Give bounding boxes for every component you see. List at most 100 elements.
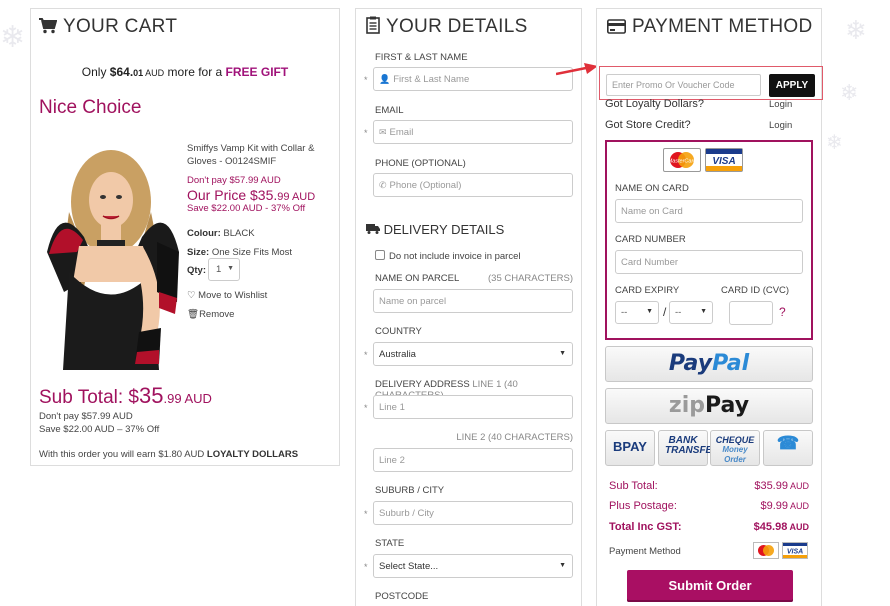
expiry-month-select[interactable]: -- ▼ <box>615 301 659 324</box>
cart-title: YOUR CART <box>39 16 177 40</box>
required-marker: * <box>364 403 368 413</box>
size-attribute: Size: One Size Fits Most <box>187 247 292 258</box>
phone-placeholder: Phone (Optional) <box>389 180 462 191</box>
parcel-hint: (35 CHARACTERS) <box>488 273 573 284</box>
email-placeholder: Email <box>389 127 414 138</box>
loyalty-login-link[interactable]: Login <box>769 99 792 110</box>
promo-placeholder: Enter Promo Or Voucher Code <box>612 80 735 90</box>
visa-text: VISA <box>712 156 735 167</box>
required-marker: * <box>364 509 368 519</box>
name-field[interactable]: 👤 First & Last Name <box>373 67 573 91</box>
promo-code-input[interactable]: Enter Promo Or Voucher Code <box>606 74 761 96</box>
size-value: One Size Fits Most <box>209 247 293 258</box>
name-on-card-field[interactable]: Name on Card <box>615 199 803 223</box>
details-panel: YOUR DETAILS FIRST & LAST NAME * 👤 First … <box>355 8 582 606</box>
move-to-wishlist-link[interactable]: ♡ Move to Wishlist <box>187 290 267 301</box>
submit-order-button[interactable]: Submit Order <box>627 570 793 602</box>
our-price: Our Price $35.99 AUD <box>187 187 315 203</box>
credit-card-icon <box>607 18 626 40</box>
email-field[interactable]: ✉ Email <box>373 120 573 144</box>
our-price-cents: 99 <box>277 191 290 203</box>
line1-placeholder: Line 1 <box>379 402 405 413</box>
mastercard-logo: MasterCard <box>663 148 701 172</box>
bpay-text: BPAY <box>613 439 647 454</box>
paypal-button[interactable]: PayPal <box>605 346 813 382</box>
name-on-card-label: NAME ON CARD <box>615 183 689 194</box>
colour-attribute: Colour: BLACK <box>187 228 255 239</box>
cvc-help-link[interactable]: ? <box>779 305 786 319</box>
summary-subtotal-value: $35.99 AUD <box>754 480 809 492</box>
state-select[interactable]: Select State... ▼ <box>373 554 573 578</box>
cart-subtotal: Sub Total: $35.99 AUD <box>39 383 212 409</box>
required-marker: * <box>364 128 368 138</box>
card-number-field[interactable]: Card Number <box>615 250 803 274</box>
credit-question: Got Store Credit? <box>605 119 691 131</box>
product-image[interactable] <box>39 142 187 370</box>
loyalty-bold: LOYALTY DOLLARS <box>206 449 299 460</box>
bpay-button[interactable]: BPAY <box>605 430 655 466</box>
visa-mini-text: VISA <box>787 549 803 556</box>
parcel-name-field[interactable]: Name on parcel <box>373 289 573 313</box>
country-value: Australia <box>379 349 416 360</box>
subtotal-currency: AUD <box>181 391 212 406</box>
trash-icon: 🗑 <box>187 309 200 320</box>
cvc-field[interactable] <box>729 301 773 325</box>
chevron-down-icon: ▼ <box>559 562 566 569</box>
remove-link[interactable]: 🗑Remove <box>187 309 234 320</box>
name-placeholder: First & Last Name <box>393 74 470 85</box>
subtotal-label: Sub Total: $ <box>39 387 140 408</box>
qty-value: 1 <box>216 264 222 275</box>
expiry-separator: / <box>663 305 667 319</box>
visa-logo: VISA <box>705 148 743 172</box>
email-label: EMAIL <box>375 105 404 116</box>
clipboard-icon <box>366 16 380 40</box>
delivery-details-heading: DELIVERY DETAILS <box>366 222 504 237</box>
user-icon: 👤 <box>379 74 391 84</box>
phone-field[interactable]: ✆ Phone (Optional) <box>373 173 573 197</box>
visa-mini-logo: VISA <box>782 542 808 559</box>
bank-transfer-button[interactable]: BANK TRANSFER <box>658 430 719 466</box>
colour-label: Colour: <box>187 228 221 239</box>
no-invoice-checkbox[interactable]: Do not include invoice in parcel <box>375 250 521 262</box>
rrp-price: Don't pay $57.99 AUD <box>187 175 281 186</box>
card-number-label: CARD NUMBER <box>615 234 686 245</box>
subtotal-dollars: 35 <box>139 383 164 408</box>
parcel-placeholder: Name on parcel <box>379 296 447 307</box>
payment-title-text: PAYMENT METHOD <box>632 16 813 37</box>
address-line1-field[interactable]: Line 1 <box>373 395 573 419</box>
colour-value: BLACK <box>220 228 255 239</box>
expiry-year-select[interactable]: -- ▼ <box>669 301 713 324</box>
checkbox[interactable] <box>375 250 385 260</box>
suburb-field[interactable]: Suburb / City <box>373 501 573 525</box>
state-label: STATE <box>375 538 405 549</box>
cheque-button[interactable]: CHEQUE Money Order <box>710 430 760 466</box>
zippay-button[interactable]: zipPay <box>605 388 813 424</box>
gift-cents: 01 <box>133 68 144 78</box>
summary-subtotal-amount: $35.99 <box>754 480 788 492</box>
summary-subtotal-currency: AUD <box>787 481 809 491</box>
wishlist-label: Move to Wishlist <box>198 290 268 301</box>
summary-postage-label: Plus Postage: <box>609 500 677 512</box>
product-name[interactable]: Smiffys Vamp Kit with Collar & Gloves - … <box>187 142 332 168</box>
snowflake-decoration: ❄ <box>845 15 867 45</box>
expiry-year-value: -- <box>675 307 682 318</box>
mastercard-mini-logo <box>753 542 779 559</box>
paypal-text-b: Pal <box>712 351 750 376</box>
snowflake-decoration: ❄ <box>826 132 843 154</box>
address-line2-field[interactable]: Line 2 <box>373 448 573 472</box>
address-label-text: DELIVERY ADDRESS <box>375 379 470 390</box>
summary-total-label: Total Inc GST: <box>609 521 682 533</box>
expiry-month-value: -- <box>621 307 628 318</box>
chevron-down-icon: ▼ <box>227 265 234 272</box>
qty-select[interactable]: 1 ▼ <box>208 258 240 281</box>
gift-currency: AUD <box>143 68 165 78</box>
country-select[interactable]: Australia ▼ <box>373 342 573 366</box>
apply-button[interactable]: APPLY <box>769 74 815 97</box>
free-gift-message: Only $64.01 AUD more for a FREE GIFT <box>31 65 339 79</box>
credit-login-link[interactable]: Login <box>769 120 792 131</box>
phone-order-button[interactable]: ☎ <box>763 430 813 466</box>
cvc-label: CARD ID (CVC) <box>721 285 790 296</box>
line2-placeholder: Line 2 <box>379 455 405 466</box>
card-expiry-label: CARD EXPIRY <box>615 285 680 296</box>
subtotal-cents: .99 <box>163 391 182 406</box>
